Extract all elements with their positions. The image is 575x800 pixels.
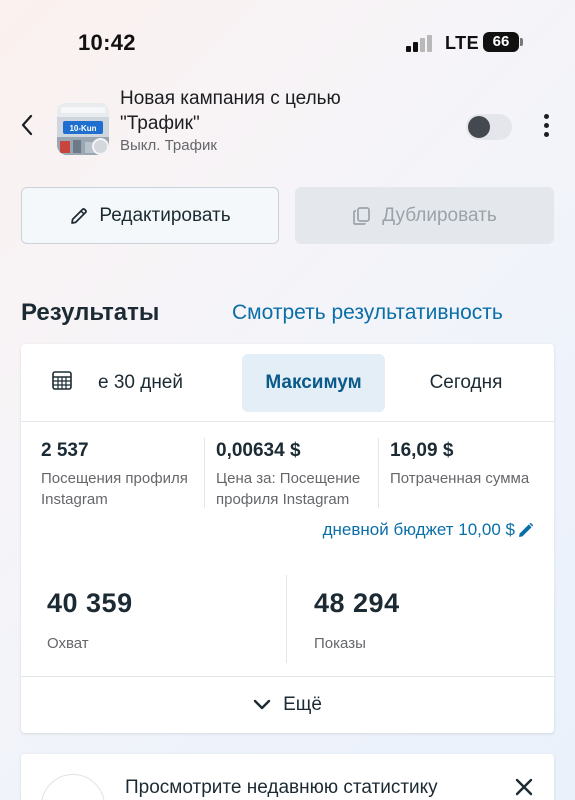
chevron-left-icon <box>21 114 33 136</box>
tab-today[interactable]: Сегодня <box>396 354 536 412</box>
chevron-down-icon <box>253 699 271 711</box>
duplicate-button[interactable]: Дублировать <box>295 187 554 244</box>
results-card: е 30 дней Максимум Сегодня 2 537 Посещен… <box>21 344 554 733</box>
date-range-tabs: е 30 дней Максимум Сегодня <box>21 344 554 422</box>
close-icon <box>515 778 533 796</box>
metric-impressions: 48 294 Показы <box>314 588 400 652</box>
tab-last-30-days[interactable]: е 30 дней <box>51 354 241 412</box>
metric-label: Цена за: Посещение профиля Instagram <box>216 470 361 508</box>
pencil-icon <box>517 521 535 539</box>
daily-budget-label: дневной бюджет 10,00 $ <box>322 520 515 539</box>
card-illustration <box>41 774 105 800</box>
copy-icon <box>352 206 372 226</box>
edit-button[interactable]: Редактировать <box>21 187 279 244</box>
tab-maximum[interactable]: Максимум <box>242 354 385 412</box>
status-bar: 10:42 LTE 66 <box>0 0 575 80</box>
metric-reach: 40 359 Охват <box>47 588 133 652</box>
divider <box>378 438 379 508</box>
calendar-icon <box>51 369 73 397</box>
close-button[interactable] <box>511 774 537 800</box>
signal-icon <box>406 35 432 52</box>
see-performance-link[interactable]: Смотреть результативность <box>232 301 503 325</box>
reach-label: Охват <box>47 635 89 652</box>
metric-value: 0,00634 $ <box>216 440 301 461</box>
recent-stats-card: Просмотрите недавнюю статистику <box>21 754 554 800</box>
results-heading: Результаты <box>21 299 160 326</box>
metric-label: Посещения профиля Instagram <box>41 470 188 508</box>
reach-value: 40 359 <box>47 588 133 618</box>
daily-budget-link[interactable]: дневной бюджет 10,00 $ <box>323 520 535 540</box>
impressions-label: Показы <box>314 635 366 652</box>
metric-cost-per-visit: 0,00634 $ Цена за: Посещение профиля Ins… <box>216 440 376 512</box>
metric-label: Потраченная сумма <box>390 470 530 487</box>
metric-value: 16,09 $ <box>390 440 454 461</box>
show-more-button[interactable]: Ещё <box>21 676 554 733</box>
campaign-header: 10-Kun Новая кампания с целью "Трафик" В… <box>0 80 575 160</box>
metrics-row: 2 537 Посещения профиля Instagram 0,0063… <box>21 423 554 513</box>
battery-tip <box>520 38 523 46</box>
campaign-toggle[interactable] <box>466 114 512 140</box>
tab-last-30-days-label: е 30 дней <box>97 372 183 393</box>
back-button[interactable] <box>14 110 40 140</box>
battery-icon: 66 <box>483 32 519 52</box>
duplicate-button-label: Дублировать <box>382 204 497 226</box>
show-more-label: Ещё <box>283 694 322 715</box>
vertical-dots-icon <box>536 114 556 137</box>
recent-stats-text: Просмотрите недавнюю статистику <box>125 777 438 798</box>
network-type: LTE <box>445 33 480 53</box>
metric-value: 2 537 <box>41 440 89 461</box>
status-dot <box>92 138 109 155</box>
divider <box>204 438 205 508</box>
thumbnail-text: 10-Kun <box>69 124 96 133</box>
pencil-icon <box>69 206 89 226</box>
metric-amount-spent: 16,09 $ Потраченная сумма <box>390 440 550 512</box>
more-options-button[interactable] <box>536 114 556 140</box>
campaign-title: Новая кампания с целью "Трафик" <box>120 88 341 134</box>
toggle-knob <box>468 116 490 138</box>
edit-button-label: Редактировать <box>99 204 231 226</box>
impressions-value: 48 294 <box>314 588 400 618</box>
status-time: 10:42 <box>78 30 136 55</box>
divider <box>286 575 287 663</box>
metric-profile-visits: 2 537 Посещения профиля Instagram <box>41 440 206 512</box>
campaign-status: Выкл. Трафик <box>120 137 217 154</box>
